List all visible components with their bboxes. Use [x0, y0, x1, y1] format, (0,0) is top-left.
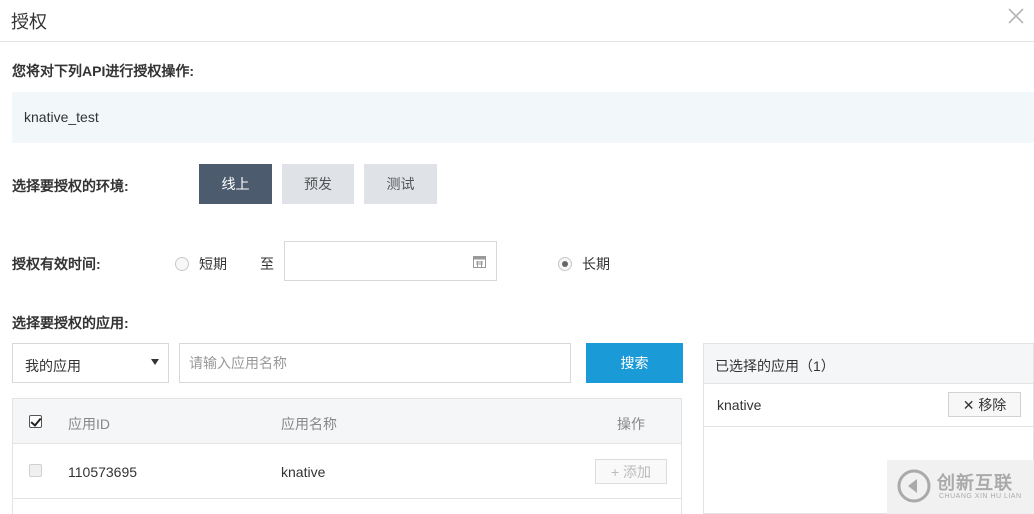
api-name: knative_test [24, 109, 99, 125]
short-term-radio[interactable] [175, 257, 189, 271]
search-button[interactable]: 搜索 [586, 343, 683, 383]
close-icon: ✕ [962, 396, 979, 413]
end-date-input[interactable] [284, 241, 497, 281]
watermark-text: 创新互联 [937, 473, 1013, 493]
list-item: knative ✕ 移除 [704, 384, 1033, 427]
close-icon[interactable] [1004, 4, 1028, 28]
app-type-select[interactable]: 我的应用 [12, 343, 169, 383]
row-checkbox[interactable] [29, 464, 42, 477]
to-label: 至 [260, 256, 274, 272]
add-app-label: 添加 [623, 463, 652, 480]
app-search-input[interactable] [179, 343, 571, 383]
row-app-id: 110573695 [68, 464, 138, 480]
api-name-box: knative_test [12, 92, 1034, 143]
caret-down-icon [151, 359, 159, 365]
remove-app-label: 移除 [978, 396, 1007, 413]
table-row: 110573695 knative + 添加 [13, 444, 681, 499]
plus-icon: + [610, 463, 624, 480]
watermark-subtext: CHUANG XIN HU LIAN [939, 493, 1022, 500]
remove-app-button[interactable]: ✕ 移除 [948, 392, 1021, 417]
app-table: 应用ID 应用名称 操作 110573695 knative + 添加 [12, 398, 682, 514]
validity-section-label: 授权有效时间: [12, 256, 101, 272]
watermark: 创新互联 CHUANG XIN HU LIAN [887, 460, 1034, 514]
env-section-label: 选择要授权的环境: [12, 178, 129, 194]
brand-logo-icon [897, 469, 931, 503]
env-button-test[interactable]: 测试 [364, 164, 437, 204]
selected-panel-title: 已选择的应用（1） [715, 358, 835, 374]
calendar-icon [473, 256, 486, 268]
dialog-title: 授权 [11, 12, 47, 32]
long-term-label: 长期 [582, 256, 610, 272]
header-app-name: 应用名称 [281, 416, 337, 432]
short-term-label: 短期 [199, 256, 227, 272]
select-all-checkbox[interactable] [29, 415, 42, 428]
selected-app-name: knative [717, 397, 762, 413]
header-action: 操作 [617, 416, 645, 432]
api-section-label: 您将对下列API进行授权操作: [12, 63, 194, 79]
header-app-id: 应用ID [68, 416, 110, 432]
long-term-radio[interactable] [558, 257, 572, 271]
table-header: 应用ID 应用名称 操作 [13, 398, 681, 444]
app-type-select-value: 我的应用 [25, 358, 81, 374]
dialog-header: 授权 [0, 0, 1034, 42]
env-button-prerelease[interactable]: 预发 [282, 164, 354, 204]
app-section-label: 选择要授权的应用: [12, 315, 129, 331]
selected-panel-header: 已选择的应用（1） [704, 344, 1033, 384]
add-app-button[interactable]: + 添加 [595, 459, 667, 484]
row-app-name: knative [281, 464, 326, 480]
env-button-online[interactable]: 线上 [199, 164, 272, 204]
